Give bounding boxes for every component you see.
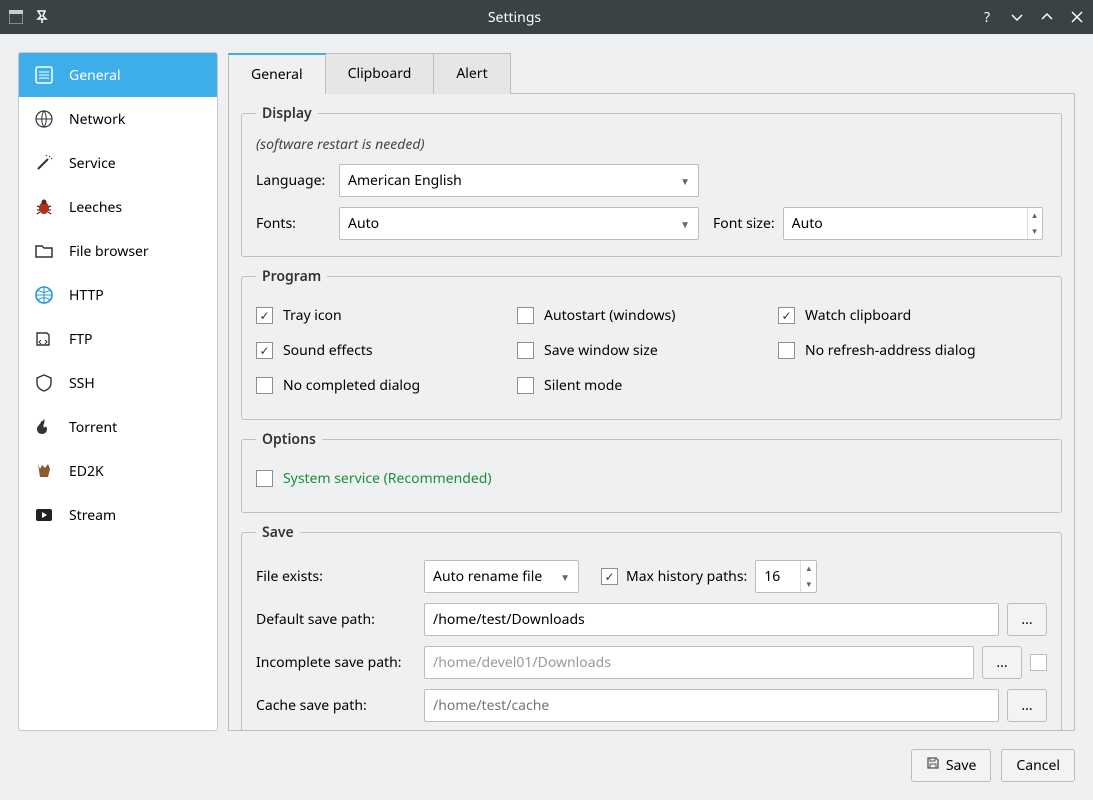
app-menu-icon[interactable]: [8, 9, 24, 25]
default-path-browse-button[interactable]: ...: [1007, 603, 1047, 636]
settings-panel: General Clipboard Alert Display (softwar…: [228, 52, 1075, 731]
spinner-down-icon[interactable]: ▼: [801, 577, 816, 593]
minimize-icon[interactable]: [1009, 9, 1025, 25]
options-legend: Options: [256, 430, 322, 449]
donkey-icon: [33, 460, 55, 482]
language-label: Language:: [256, 171, 331, 190]
fontsize-input[interactable]: [784, 208, 1027, 239]
flame-icon: [33, 416, 55, 438]
no-completed-dialog-checkbox[interactable]: [256, 377, 273, 394]
titlebar: Settings ?: [0, 0, 1093, 34]
incomplete-path-label: Incomplete save path:: [256, 653, 416, 672]
maximize-icon[interactable]: [1039, 9, 1055, 25]
network-icon: [33, 108, 55, 130]
max-history-input[interactable]: [756, 561, 800, 592]
play-icon: [33, 504, 55, 526]
footer: Save Cancel: [18, 741, 1075, 782]
sidebar-item-filebrowser[interactable]: File browser: [19, 229, 217, 273]
tray-icon-checkbox[interactable]: [256, 307, 273, 324]
sidebar-item-http[interactable]: HTTP: [19, 273, 217, 317]
sidebar-item-label: FTP: [69, 330, 93, 349]
sidebar-item-leeches[interactable]: Leeches: [19, 185, 217, 229]
system-service-checkbox[interactable]: [256, 470, 273, 487]
sidebar-item-label: Leeches: [69, 198, 122, 217]
sound-effects-checkbox[interactable]: [256, 342, 273, 359]
display-group: Display (software restart is needed) Lan…: [241, 104, 1062, 257]
sidebar-item-ftp[interactable]: FTP: [19, 317, 217, 361]
sidebar-item-ssh[interactable]: SSH: [19, 361, 217, 405]
sidebar: General Network Service Leeches File bro…: [18, 52, 218, 731]
tab-clipboard[interactable]: Clipboard: [326, 53, 435, 94]
sidebar-item-label: Network: [69, 110, 125, 129]
chevron-down-icon: ▼: [680, 217, 690, 231]
program-legend: Program: [256, 267, 327, 286]
spinner-up-icon[interactable]: ▲: [801, 561, 816, 577]
sliders-icon: [33, 64, 55, 86]
chevron-down-icon: ▼: [560, 570, 570, 584]
program-group: Program Tray icon Autostart (windows) Wa…: [241, 267, 1062, 420]
bug-icon: [33, 196, 55, 218]
fonts-combo[interactable]: Auto ▼: [339, 207, 699, 240]
wand-icon: [33, 152, 55, 174]
save-group: Save File exists: Auto rename file ▼ Max…: [241, 523, 1062, 731]
cache-path-input[interactable]: [424, 689, 999, 722]
spinner-up-icon[interactable]: ▲: [1028, 208, 1042, 224]
options-group: Options System service (Recommended): [241, 430, 1062, 513]
incomplete-path-toggle[interactable]: [1030, 654, 1047, 671]
no-refresh-dialog-checkbox[interactable]: [778, 342, 795, 359]
save-disk-icon: [926, 756, 940, 775]
sidebar-item-torrent[interactable]: Torrent: [19, 405, 217, 449]
tab-general[interactable]: General: [228, 53, 326, 94]
sidebar-item-label: General: [69, 66, 121, 85]
sidebar-item-label: ED2K: [69, 462, 104, 481]
silent-mode-checkbox[interactable]: [517, 377, 534, 394]
default-path-label: Default save path:: [256, 610, 416, 629]
sidebar-item-label: Torrent: [69, 418, 117, 437]
autostart-checkbox[interactable]: [517, 307, 534, 324]
globe-icon: [33, 284, 55, 306]
pin-icon[interactable]: [34, 9, 50, 25]
file-exists-label: File exists:: [256, 567, 416, 586]
chevron-down-icon: ▼: [680, 174, 690, 188]
fontsize-label: Font size:: [713, 214, 775, 233]
incomplete-path-browse-button[interactable]: ...: [982, 646, 1022, 679]
spinner-down-icon[interactable]: ▼: [1028, 224, 1042, 240]
file-exists-combo[interactable]: Auto rename file ▼: [424, 560, 579, 593]
ftp-icon: [33, 328, 55, 350]
sidebar-item-service[interactable]: Service: [19, 141, 217, 185]
save-window-size-checkbox[interactable]: [517, 342, 534, 359]
shield-icon: [33, 372, 55, 394]
cancel-button[interactable]: Cancel: [1001, 749, 1075, 782]
restart-note: (software restart is needed): [256, 135, 1047, 154]
folder-icon: [33, 240, 55, 262]
sidebar-item-stream[interactable]: Stream: [19, 493, 217, 537]
tab-alert[interactable]: Alert: [434, 53, 510, 94]
language-combo[interactable]: American English ▼: [339, 164, 699, 197]
sidebar-item-label: File browser: [69, 242, 149, 261]
tabs: General Clipboard Alert: [228, 52, 1075, 93]
sidebar-item-label: Stream: [69, 506, 116, 525]
max-history-spinner[interactable]: ▲▼: [755, 560, 817, 593]
sidebar-item-general[interactable]: General: [19, 53, 217, 97]
cache-path-browse-button[interactable]: ...: [1007, 689, 1047, 722]
cache-path-label: Cache save path:: [256, 696, 416, 715]
save-legend: Save: [256, 523, 300, 542]
sidebar-item-label: SSH: [69, 374, 95, 393]
sidebar-item-label: Service: [69, 154, 116, 173]
save-button[interactable]: Save: [911, 749, 992, 782]
incomplete-path-input[interactable]: [424, 646, 974, 679]
default-path-input[interactable]: [424, 603, 999, 636]
fonts-label: Fonts:: [256, 214, 331, 233]
close-icon[interactable]: [1069, 9, 1085, 25]
sidebar-item-ed2k[interactable]: ED2K: [19, 449, 217, 493]
sidebar-item-network[interactable]: Network: [19, 97, 217, 141]
max-history-checkbox[interactable]: [601, 568, 618, 585]
watch-clipboard-checkbox[interactable]: [778, 307, 795, 324]
max-history-label: Max history paths:: [626, 567, 747, 586]
help-icon[interactable]: ?: [979, 9, 995, 25]
display-legend: Display: [256, 104, 318, 123]
sidebar-item-label: HTTP: [69, 286, 104, 305]
window-title: Settings: [50, 8, 979, 27]
fontsize-spinner[interactable]: ▲▼: [783, 207, 1043, 240]
